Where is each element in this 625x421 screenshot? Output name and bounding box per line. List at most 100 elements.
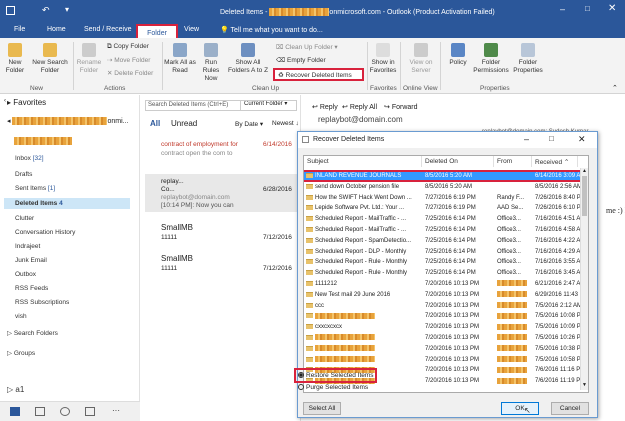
nav-item-clutter[interactable]: Clutter [15,215,34,222]
move-folder-button[interactable]: ⇢ Move Folder [107,56,150,64]
collapse-ribbon-icon[interactable]: ⌃ [612,84,618,92]
scroll-thumb[interactable] [582,176,587,216]
people-icon[interactable] [60,407,70,416]
copy-folder-button[interactable]: ⧉ Copy Folder [107,43,149,51]
tab-file[interactable]: File [14,26,25,33]
table-row[interactable]: 7/20/2016 10:13 PM 7/5/2016 10:26 PI [304,334,588,342]
folder-permissions-button[interactable]: Folder Permissions [472,43,510,75]
nav-item-vish[interactable]: vish [15,313,27,320]
more-icon[interactable]: ··· [112,406,120,415]
account-header[interactable]: ◂ onmi... [7,117,128,126]
calendar-icon[interactable] [35,407,45,416]
close-icon[interactable]: ✕ [578,134,586,145]
column-subject[interactable]: Subject [304,156,422,167]
table-row[interactable]: Scheduled Report - DLP - Monthly 7/25/201… [304,248,588,256]
cancel-button[interactable]: Cancel [551,402,589,415]
maximize-icon[interactable]: □ [585,4,590,13]
reply-button[interactable]: ↩ Reply [312,103,338,111]
vertical-scrollbar[interactable]: ▲ ▼ [580,168,588,390]
filter-unread[interactable]: Unread [171,119,197,128]
column-from[interactable]: From [494,156,532,167]
scope-dropdown[interactable]: Current Folder ▾ [240,101,287,110]
tab-home[interactable]: Home [47,26,66,33]
nav-item-drafts[interactable]: Drafts [15,171,32,178]
filter-all[interactable]: All [150,119,160,128]
close-icon[interactable]: ✕ [608,3,616,14]
table-row[interactable]: ccc 7/20/2016 10:13 PM 7/5/2016 2:12 AM [304,302,588,310]
nav-item-indrajeet[interactable]: Indrajeet [15,243,40,250]
nav-item-outbox[interactable]: Outbox [15,271,36,278]
table-row[interactable]: cxxcxcxcx 7/20/2016 10:13 PM 7/5/2016 10:0… [304,323,588,331]
column-received[interactable]: Received ⌃ [532,156,578,167]
table-row[interactable]: Lepide Software Pvt. Ltd.: Your ... 7/27/… [304,204,588,212]
list-item[interactable]: replay... Co... 6/28/2016 replaybot@doma… [145,174,297,212]
select-all-button[interactable]: Select All [303,402,341,415]
maximize-icon[interactable]: □ [549,134,554,143]
folder-properties-button[interactable]: Folder Properties [511,43,545,75]
sort-by-date[interactable]: By Date ▾ [235,120,263,128]
table-row[interactable]: 7/20/2016 10:13 PM 7/5/2016 10:38 PI [304,345,588,353]
table-row[interactable]: 1111212 7/20/2016 10:13 PM 6/21/2016 2:47 … [304,280,588,288]
rename-folder-button[interactable]: Rename Folder [75,43,103,75]
minimize-icon[interactable]: – [524,134,529,144]
favorites-header[interactable]: ▸ Favorites [7,98,46,107]
cell-deleted-on: 7/25/2016 6:14 PM [425,227,476,233]
recover-deleted-items-button[interactable]: ♻ Recover Deleted Items [273,68,364,81]
purge-radio[interactable]: Purge Selected Items [298,384,368,391]
sort-order[interactable]: Newest ↓ [272,120,299,127]
table-row[interactable]: Scheduled Report - Rule - Monthly 7/25/20… [304,269,588,277]
tab-send-receive[interactable]: Send / Receive [84,26,131,33]
nav-item-rss-subscriptions[interactable]: RSS Subscriptions [15,299,69,306]
clean-up-folder-button[interactable]: ⌧ Clean Up Folder ▾ [276,43,338,51]
nav-item-sent[interactable]: Sent Items [1] [15,185,55,192]
column-deleted-on[interactable]: Deleted On [422,156,494,167]
list-item[interactable]: SmallMB 11111 7/12/2016 [145,221,297,251]
reply-all-button[interactable]: ↩ Reply All [342,103,377,111]
table-row[interactable]: Scheduled Report - SpamDetectio... 7/25/2… [304,237,588,245]
new-search-folder-button[interactable]: New Search Folder [30,43,70,75]
table-row[interactable]: send down October pension file 8/5/2016 5… [304,183,588,191]
table-row[interactable]: Scheduled Report - MailTraffic - ... 7/25… [304,226,588,234]
minimize-icon[interactable]: – [560,4,565,14]
nav-item-search-folders[interactable]: ▷ Search Folders [7,329,58,337]
table-row[interactable]: Scheduled Report - MailTraffic - ... 7/25… [304,215,588,223]
policy-button[interactable]: Policy [445,43,471,67]
ok-button[interactable]: OK [501,402,539,415]
nav-item-conversation-history[interactable]: Conversation History [15,229,75,236]
nav-item-junk[interactable]: Junk Email [15,257,47,264]
delete-folder-button[interactable]: ✕ Delete Folder [107,69,153,77]
nav-item-inbox[interactable]: Inbox [32] [15,155,44,162]
show-all-folders-button[interactable]: Show All Folders A to Z [227,43,269,75]
empty-folder-button[interactable]: ⌫ Empty Folder [276,56,326,64]
table-row[interactable]: Scheduled Report - Rule - Monthly 7/25/20… [304,258,588,266]
scroll-up-icon[interactable]: ▲ [582,168,587,174]
table-row[interactable]: INLAND REVENUE JOURNALS 8/5/2016 5:20 AM 6… [304,170,588,182]
redacted-folder[interactable] [14,137,72,145]
nav-item-rss-feeds[interactable]: RSS Feeds [15,285,48,292]
scroll-down-icon[interactable]: ▼ [582,382,587,388]
qat-dropdown-icon[interactable]: ▾ [65,5,69,14]
mark-all-read-button[interactable]: Mark All as Read [164,43,196,75]
list-item[interactable]: SmallMB 11111 7/12/2016 [145,252,297,282]
table-row[interactable]: 7/20/2016 10:13 PM 7/5/2016 10:08 PI [304,312,588,320]
table-row[interactable]: New Test mail 29 June 2016 7/20/2016 10:1… [304,291,588,299]
search-box[interactable]: Search Deleted Items (Ctrl+E) Current Fo… [145,100,297,111]
nav-item-account-a1[interactable]: ▷ a1 [7,385,24,394]
restore-radio[interactable]: Restore Selected Items [298,372,374,379]
view-on-server-button[interactable]: View on Server [406,43,436,75]
show-in-favorites-button[interactable]: Show in Favorites [369,43,397,75]
nav-item-deleted[interactable]: Deleted Items 4 [4,198,130,209]
nav-item-groups[interactable]: ▷ Groups [7,349,35,357]
mail-icon[interactable] [10,407,20,416]
table-row[interactable]: 7/20/2016 10:13 PM 7/5/2016 10:58 PI [304,356,588,364]
run-rules-now-button[interactable]: Run Rules Now [198,43,224,83]
undo-icon[interactable]: ↶ [42,5,50,16]
list-item[interactable]: contract of employment for 6/14/2016 con… [145,137,297,165]
table-row[interactable]: How the SWIFT Hack Went Down ... 7/27/201… [304,194,588,202]
tasks-icon[interactable] [85,407,95,416]
new-folder-button[interactable]: New Folder [3,43,27,75]
tab-view[interactable]: View [184,26,199,33]
collapse-pane-icon[interactable]: ‹ [4,98,6,104]
tell-me-box[interactable]: 💡 Tell me what you want to do... [220,26,323,34]
forward-button[interactable]: ↪ Forward [384,103,418,111]
